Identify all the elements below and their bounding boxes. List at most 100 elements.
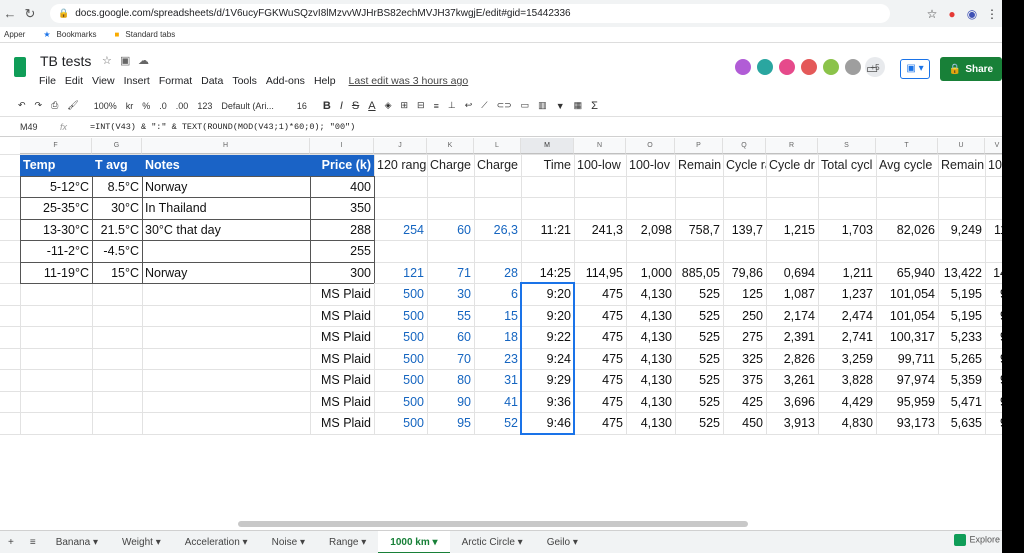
table-cell[interactable]: [474, 241, 521, 263]
table-cell[interactable]: [521, 198, 574, 220]
table-cell[interactable]: [374, 241, 427, 263]
format-currency-button[interactable]: kr: [126, 101, 134, 111]
menu-file[interactable]: File: [39, 75, 56, 87]
table-cell[interactable]: 525: [675, 370, 723, 392]
table-cell[interactable]: [142, 241, 310, 263]
table-cell[interactable]: 95,959: [876, 392, 938, 414]
text-wrap-icon[interactable]: ↩: [465, 100, 473, 111]
table-cell[interactable]: [626, 241, 675, 263]
table-cell[interactable]: 55: [427, 306, 474, 328]
format-percent-button[interactable]: %: [142, 101, 150, 111]
table-cell[interactable]: [938, 177, 985, 199]
reload-icon[interactable]: ↻: [20, 6, 40, 22]
table-cell[interactable]: 65,940: [876, 263, 938, 285]
more-formats-button[interactable]: 123: [197, 101, 212, 111]
table-cell[interactable]: 15: [474, 306, 521, 328]
table-cell[interactable]: 475: [574, 284, 626, 306]
table-cell[interactable]: 13,422: [938, 263, 985, 285]
table-cell[interactable]: [766, 198, 818, 220]
undo-icon[interactable]: ↶: [18, 100, 26, 111]
table-cell[interactable]: 525: [675, 349, 723, 371]
avatar[interactable]: [777, 57, 797, 77]
table-cell[interactable]: 4,130: [626, 284, 675, 306]
table-cell[interactable]: [626, 198, 675, 220]
table-cell[interactable]: 41: [474, 392, 521, 414]
table-cell[interactable]: [766, 177, 818, 199]
table-cell[interactable]: MS Plaid: [310, 413, 374, 435]
doc-title[interactable]: TB tests: [40, 53, 91, 69]
table-cell[interactable]: 885,05: [675, 263, 723, 285]
table-cell[interactable]: 21.5°C: [92, 220, 142, 242]
avatar[interactable]: [755, 57, 775, 77]
sheet-tab-1000km[interactable]: 1000 km ▾: [378, 530, 450, 553]
column-header-s[interactable]: S: [818, 138, 876, 154]
table-cell[interactable]: [675, 198, 723, 220]
table-cell[interactable]: [876, 198, 938, 220]
table-cell[interactable]: 4,130: [626, 392, 675, 414]
table-cell[interactable]: 2,098: [626, 220, 675, 242]
font-size-select[interactable]: 16: [297, 101, 307, 111]
column-header-n[interactable]: N: [574, 138, 626, 154]
table-cell[interactable]: MS Plaid: [310, 306, 374, 328]
table-cell[interactable]: [427, 198, 474, 220]
table-cell[interactable]: [985, 241, 1002, 263]
table-cell[interactable]: 9: [985, 413, 1002, 435]
table-cell[interactable]: [938, 198, 985, 220]
table-cell[interactable]: 275: [723, 327, 766, 349]
table-cell[interactable]: 9: [985, 392, 1002, 414]
address-bar[interactable]: 🔒 docs.google.com/spreadsheets/d/1V6ucyF…: [50, 4, 890, 23]
table-cell[interactable]: 0,694: [766, 263, 818, 285]
font-select[interactable]: Default (Ari...: [221, 101, 274, 111]
table-cell[interactable]: 14: [985, 263, 1002, 285]
functions-button[interactable]: Σ: [591, 100, 598, 112]
table-cell[interactable]: 3,259: [818, 349, 876, 371]
last-edit-link[interactable]: Last edit was 3 hours ago: [349, 75, 469, 87]
table-cell[interactable]: 500: [374, 349, 427, 371]
sheet-tab-weight[interactable]: Weight ▾: [110, 531, 173, 553]
table-cell[interactable]: 254: [374, 220, 427, 242]
table-cell[interactable]: 30°C: [92, 198, 142, 220]
table-cell[interactable]: 400: [310, 177, 374, 199]
table-cell[interactable]: 5-12°C: [20, 177, 92, 199]
table-cell[interactable]: 121: [374, 263, 427, 285]
table-cell[interactable]: 71: [427, 263, 474, 285]
table-cell[interactable]: 4,130: [626, 413, 675, 435]
formula-input[interactable]: =INT(V43) & ":" & TEXT(ROUND(MOD(V43;1)*…: [90, 122, 355, 132]
table-cell[interactable]: 25-35°C: [20, 198, 92, 220]
chart-icon[interactable]: ▥: [538, 100, 547, 111]
table-cell[interactable]: [427, 177, 474, 199]
table-cell[interactable]: 500: [374, 327, 427, 349]
table-cell[interactable]: [723, 198, 766, 220]
table-cell[interactable]: 3,913: [766, 413, 818, 435]
table-cell[interactable]: 52: [474, 413, 521, 435]
table-cell[interactable]: 500: [374, 284, 427, 306]
table-cell[interactable]: [675, 177, 723, 199]
column-header-u[interactable]: U: [938, 138, 985, 154]
table-cell[interactable]: 2,741: [818, 327, 876, 349]
table-cell[interactable]: 500: [374, 413, 427, 435]
present-button[interactable]: ▣ ▾: [900, 59, 930, 79]
table-cell[interactable]: MS Plaid: [310, 349, 374, 371]
menu-data[interactable]: Data: [201, 75, 223, 87]
table-cell[interactable]: 1,215: [766, 220, 818, 242]
all-sheets-button[interactable]: ≡: [22, 531, 44, 553]
table-cell[interactable]: MS Plaid: [310, 370, 374, 392]
redo-icon[interactable]: ↷: [35, 100, 43, 111]
table-cell[interactable]: 9:20: [521, 284, 574, 306]
table-cell[interactable]: 4,130: [626, 306, 675, 328]
comment-insert-icon[interactable]: ▭: [521, 100, 530, 111]
column-header-g[interactable]: G: [92, 138, 142, 154]
table-cell[interactable]: [985, 177, 1002, 199]
table-cell[interactable]: 125: [723, 284, 766, 306]
bookmark-standard-tabs[interactable]: Standard tabs: [125, 30, 175, 39]
menu-insert[interactable]: Insert: [124, 75, 150, 87]
table-cell[interactable]: [427, 241, 474, 263]
table-cell[interactable]: 475: [574, 370, 626, 392]
borders-icon[interactable]: ⊞: [401, 100, 409, 111]
column-header-l[interactable]: L: [474, 138, 521, 154]
table-cell[interactable]: 1,237: [818, 284, 876, 306]
menu-icon[interactable]: ⋮: [982, 7, 1002, 21]
table-cell[interactable]: 97,974: [876, 370, 938, 392]
italic-button[interactable]: I: [340, 100, 343, 112]
decrease-decimal-button[interactable]: .0: [159, 101, 167, 111]
